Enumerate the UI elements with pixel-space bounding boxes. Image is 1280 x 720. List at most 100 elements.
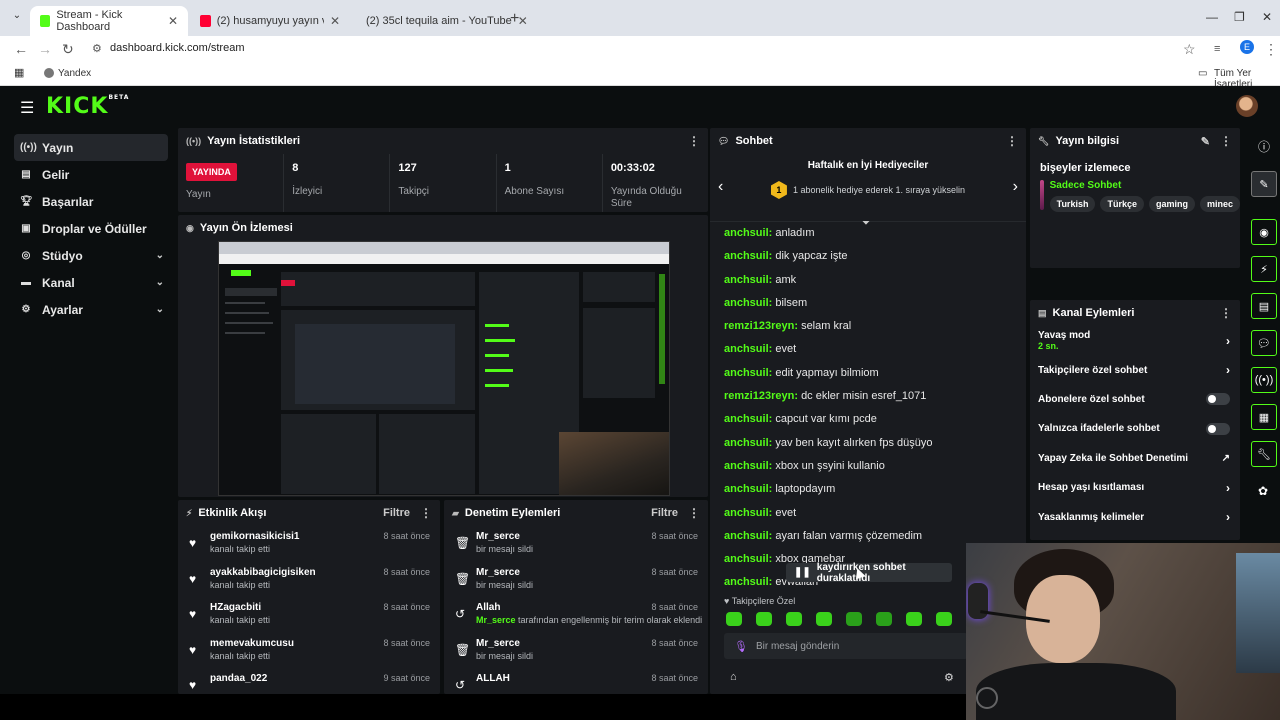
profile-avatar[interactable]: E — [1240, 40, 1254, 54]
apps-grid-icon[interactable]: ▦ — [14, 66, 24, 79]
category-name[interactable]: Sadece Sohbet — [1050, 180, 1240, 191]
emote-icon[interactable] — [726, 612, 742, 626]
sidebar-item-basarilar[interactable]: 🏆︎ Başarılar — [14, 188, 168, 215]
emote-icon[interactable] — [756, 612, 772, 626]
emote-only-toggle[interactable] — [1206, 422, 1230, 435]
chat-settings-icon[interactable]: ⚙ — [944, 671, 954, 684]
more-options-icon[interactable]: ⋮ — [1220, 306, 1232, 320]
chat-username[interactable]: remzi123reyn: — [724, 390, 798, 402]
stream-info-toggle-icon[interactable]: 🔧︎ — [1251, 441, 1277, 467]
chat-toggle-icon[interactable]: 💬︎ — [1251, 330, 1277, 356]
chat-username[interactable]: anchsuil: — [724, 576, 772, 588]
account-age-row[interactable]: Hesap yaşı kısıtlaması › — [1030, 473, 1240, 502]
browser-menu-icon[interactable]: ⋮ — [1264, 41, 1278, 58]
chat-username[interactable]: anchsuil: — [724, 274, 772, 286]
chat-username[interactable]: anchsuil: — [724, 297, 772, 309]
emote-icon[interactable] — [906, 612, 922, 626]
chevron-right-icon[interactable]: › — [1226, 510, 1230, 524]
emote-icon[interactable] — [936, 612, 952, 626]
forward-icon[interactable]: → — [38, 41, 52, 57]
sidebar-item-ayarlar[interactable]: ⚙ Ayarlar ⌄ — [14, 296, 168, 323]
emote-icon[interactable] — [816, 612, 832, 626]
back-icon[interactable]: ← — [14, 41, 28, 57]
emote-icon[interactable] — [846, 612, 862, 626]
reload-icon[interactable]: ↻ — [62, 41, 74, 58]
ai-moderation-row[interactable]: Yapay Zeka ile Sohbet Denetimi ↗ — [1030, 444, 1240, 473]
sidebar-item-studyo[interactable]: ◎ Stüdyo ⌄ — [14, 242, 168, 269]
tab-youtube-1[interactable]: (2) husamyuyu yayın vakti 10 - ✕ — [190, 6, 350, 36]
more-options-icon[interactable]: ⋮ — [420, 506, 432, 520]
chat-username[interactable]: anchsuil: — [724, 367, 772, 379]
followers-only-row[interactable]: Takipçilere özel sohbet › — [1030, 355, 1240, 384]
more-options-icon[interactable]: ⋮ — [688, 134, 700, 148]
close-tab-icon[interactable]: ✕ — [168, 14, 178, 28]
chat-username[interactable]: anchsuil: — [724, 507, 772, 519]
chat-username[interactable]: anchsuil: — [724, 227, 772, 239]
broadcast-toggle-icon[interactable]: ((•)) — [1251, 367, 1277, 393]
chat-username[interactable]: anchsuil: — [724, 530, 772, 542]
microphone-icon[interactable]: 🎙︎ — [734, 640, 748, 653]
bookmark-star-icon[interactable]: ☆ — [1183, 41, 1196, 58]
chevron-right-icon[interactable]: › — [1226, 481, 1230, 495]
close-window-icon[interactable]: ✕ — [1262, 10, 1272, 24]
maximize-icon[interactable]: ❐ — [1234, 10, 1245, 24]
edit-icon[interactable]: ✎ — [1201, 135, 1210, 148]
category-info: Sadece Sohbet Turkish Türkçe gaming mine… — [1049, 180, 1240, 212]
stream-preview-video[interactable] — [218, 241, 670, 496]
more-options-icon[interactable]: ⋮ — [688, 506, 700, 520]
slow-mode-row[interactable]: Yavaş mod 2 sn. › — [1030, 326, 1240, 355]
sidebar-item-kanal[interactable]: ▬ Kanal ⌄ — [14, 269, 168, 296]
reading-list-icon[interactable]: ≡ — [1214, 43, 1220, 55]
chevron-left-icon[interactable]: ‹ — [718, 178, 723, 196]
filter-button[interactable]: Filtre — [383, 507, 410, 519]
chat-username[interactable]: anchsuil: — [724, 483, 772, 495]
bookmark-yandex[interactable]: Yandex — [58, 68, 91, 79]
chat-username[interactable]: anchsuil: — [724, 343, 772, 355]
tab-kick-dashboard[interactable]: Stream - Kick Dashboard ✕ — [30, 6, 188, 36]
chat-username[interactable]: anchsuil: — [724, 250, 772, 262]
sidebar-item-yayin[interactable]: ((•)) Yayın — [14, 134, 168, 161]
chat-input[interactable]: 🎙︎ Bir mesaj gönderin — [724, 633, 968, 659]
more-widgets-icon[interactable]: ✿ — [1258, 484, 1268, 498]
close-tab-icon[interactable]: ✕ — [330, 14, 340, 28]
chat-paused-notice[interactable]: ❚❚ kaydırırken sohbet duraklatıldı — [786, 562, 952, 584]
chat-store-icon[interactable]: ⌂ — [730, 671, 737, 683]
mod-actions-toggle-icon[interactable]: ▤ — [1251, 293, 1277, 319]
chevron-right-icon[interactable]: › — [1226, 363, 1230, 377]
preview-chat-user — [485, 339, 515, 342]
user-avatar[interactable] — [1236, 95, 1258, 117]
mod-actor[interactable]: Mr_serce — [476, 615, 516, 625]
chat-username[interactable]: anchsuil: — [724, 460, 772, 472]
chat-username[interactable]: remzi123reyn: — [724, 320, 798, 332]
emote-icon[interactable] — [786, 612, 802, 626]
kick-logo[interactable]: KICKBETA — [46, 94, 129, 119]
channel-actions-toggle-icon[interactable]: ▦ — [1251, 404, 1277, 430]
menu-icon[interactable]: ☰ — [20, 98, 34, 118]
activity-toggle-icon[interactable]: ⚡︎ — [1251, 256, 1277, 282]
tab-search-icon[interactable]: ⌄ — [8, 10, 26, 28]
emote-icon[interactable] — [876, 612, 892, 626]
external-link-icon[interactable]: ↗ — [1222, 453, 1230, 464]
site-info-icon[interactable]: ⚙ — [92, 42, 102, 55]
filter-button[interactable]: Filtre — [651, 507, 678, 519]
chevron-right-icon[interactable]: › — [1013, 178, 1018, 196]
minimize-icon[interactable]: — — [1206, 10, 1218, 24]
tab-youtube-2[interactable]: (2) 35cl tequila aim - YouTube ✕ — [350, 6, 528, 36]
chat-username[interactable]: anchsuil: — [724, 553, 772, 565]
chat-username[interactable]: anchsuil: — [724, 413, 772, 425]
preview-toggle-icon[interactable]: ◉ — [1251, 219, 1277, 245]
sidebar-item-gelir[interactable]: ▤ Gelir — [14, 161, 168, 188]
subscribers-only-toggle[interactable] — [1206, 393, 1230, 406]
undo-icon[interactable]: ↺ — [455, 607, 465, 621]
undo-icon[interactable]: ↺ — [455, 678, 465, 692]
banned-words-row[interactable]: Yasaklanmış kelimeler › — [1030, 502, 1240, 531]
chevron-right-icon[interactable]: › — [1226, 334, 1230, 348]
info-icon[interactable]: ⓘ — [1258, 138, 1270, 155]
url-field[interactable]: dashboard.kick.com/stream — [110, 42, 245, 54]
sidebar-item-droplar[interactable]: ▣ Droplar ve Ödüller — [14, 215, 168, 242]
more-options-icon[interactable]: ⋮ — [1006, 134, 1018, 148]
edit-layout-icon[interactable]: ✎ — [1251, 171, 1277, 197]
chat-username[interactable]: anchsuil: — [724, 437, 772, 449]
more-options-icon[interactable]: ⋮ — [1220, 134, 1232, 148]
new-tab-icon[interactable]: + — [510, 10, 519, 28]
